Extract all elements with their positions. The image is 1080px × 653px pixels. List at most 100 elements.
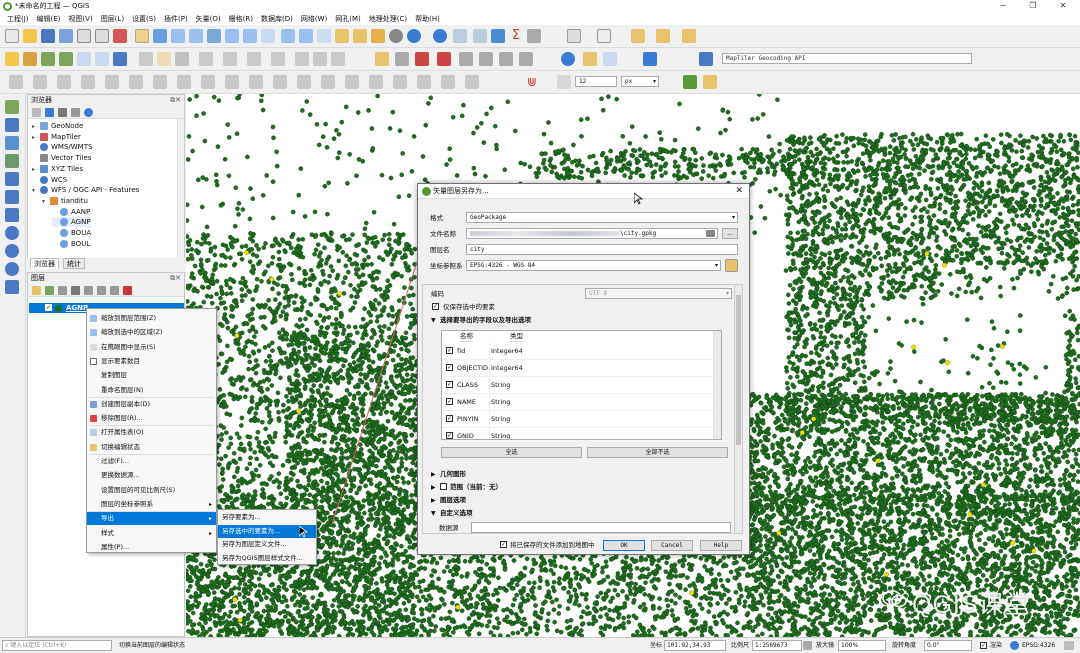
magnet-icon[interactable]: ⋓ (525, 75, 539, 89)
delete-selected-icon[interactable] (271, 52, 285, 66)
grass-icon[interactable] (603, 52, 617, 66)
browser-scrollbar[interactable] (177, 119, 184, 259)
close-button[interactable]: ✕ (1048, 0, 1078, 12)
browser-item[interactable]: ▾ tianditu (42, 196, 88, 206)
expand-arrow-icon[interactable]: ▾ (42, 197, 50, 207)
map-tips-icon[interactable] (597, 29, 611, 43)
add-wcs-icon[interactable] (5, 262, 19, 276)
python-icon[interactable] (643, 52, 657, 66)
show-bookmarks-icon[interactable] (353, 29, 367, 43)
zoom-layer-icon[interactable] (243, 29, 257, 43)
offset-point-icon[interactable] (441, 75, 455, 89)
temporal-controller-icon[interactable] (371, 29, 385, 43)
filter-icon[interactable] (58, 108, 67, 117)
add-wfs-icon[interactable] (113, 52, 127, 66)
tab-statistics[interactable]: 统计 (63, 258, 85, 269)
merge-features-icon[interactable] (369, 75, 383, 89)
add-virtual-layer-icon[interactable] (5, 208, 19, 222)
split-features-icon[interactable] (321, 75, 335, 89)
callout-icon[interactable] (519, 52, 533, 66)
menu-plugins[interactable]: 插件(P) (160, 14, 192, 24)
add-layer-icon[interactable] (23, 52, 37, 66)
add-raster-icon[interactable] (5, 118, 19, 132)
browser-item[interactable]: AANP (52, 207, 90, 217)
circle-icon[interactable] (465, 75, 479, 89)
rotate-feature-icon[interactable] (57, 75, 71, 89)
menu-database[interactable]: 数据库(D) (257, 14, 297, 24)
offset-curve-icon[interactable] (249, 75, 263, 89)
field-calculator-icon[interactable] (473, 29, 487, 43)
identify-icon[interactable] (433, 29, 447, 43)
move-feature-icon[interactable] (33, 75, 47, 89)
pan-to-selection-icon[interactable] (153, 29, 167, 43)
clock-icon[interactable] (389, 29, 403, 43)
new-project-icon[interactable] (5, 29, 19, 43)
browser-item[interactable]: WMS/WMTS (32, 142, 92, 152)
expand-all-icon[interactable] (97, 286, 106, 295)
expand-arrow-icon[interactable]: ▸ (32, 133, 40, 143)
paste-features-icon[interactable] (331, 52, 345, 66)
save-edits-icon[interactable] (175, 52, 189, 66)
new-print-layout-icon[interactable] (77, 29, 91, 43)
save-as-icon[interactable] (59, 29, 73, 43)
geocoder-input[interactable]: MapTiler Geocoding API (722, 53, 972, 64)
open-project-icon[interactable] (23, 29, 37, 43)
style-manager-icon[interactable] (113, 29, 127, 43)
zoom-last-icon[interactable] (281, 29, 295, 43)
font-size-input[interactable]: 12 (575, 76, 617, 87)
maximize-button[interactable]: ❐ (1018, 0, 1048, 12)
trim-extend-icon[interactable] (297, 75, 311, 89)
menu-vector[interactable]: 矢量(O) (192, 14, 225, 24)
manage-map-themes-icon[interactable] (58, 286, 67, 295)
font-unit-select[interactable]: px (621, 76, 659, 87)
browser-item[interactable]: ▾ WFS / OGC API - Features (32, 185, 139, 195)
toggle-editing-icon[interactable] (157, 52, 171, 66)
snapping-icon[interactable] (9, 75, 23, 89)
db-manager-icon[interactable] (583, 52, 597, 66)
panel-float-close-icon[interactable]: ⧉✕ (170, 95, 181, 106)
add-selected-icon[interactable] (32, 108, 41, 117)
menu-help[interactable]: 帮助(H) (411, 14, 444, 24)
pan-icon[interactable] (135, 29, 149, 43)
fill-ring-icon[interactable] (153, 75, 167, 89)
label-tool-icon[interactable] (375, 52, 389, 66)
browser-item[interactable]: ▸ MapTiler (32, 132, 81, 142)
collapse-all-layers-icon[interactable] (110, 286, 119, 295)
browser-item[interactable]: ▸ XYZ Tiles (32, 164, 83, 174)
menu-processing[interactable]: 地理处理(C) (365, 14, 411, 24)
zoom-next-icon[interactable] (299, 29, 313, 43)
browser-item[interactable]: BOUL (52, 239, 90, 249)
zoom-full-icon[interactable] (207, 29, 221, 43)
add-mesh-icon[interactable] (77, 52, 91, 66)
menu-settings[interactable]: 设置(S) (128, 14, 160, 24)
open-data-source-manager-icon[interactable] (5, 52, 19, 66)
merge-attributes-icon[interactable] (393, 75, 407, 89)
bookmark-icon[interactable] (335, 29, 349, 43)
delete-part-icon[interactable] (201, 75, 215, 89)
menu-project[interactable]: 工程(J) (3, 14, 33, 24)
add-ring-icon[interactable] (105, 75, 119, 89)
statistics-sigma-icon[interactable]: Σ (509, 29, 523, 43)
reshape-icon[interactable] (225, 75, 239, 89)
select-features-icon[interactable] (631, 29, 645, 43)
add-group-icon[interactable] (45, 286, 54, 295)
add-delimited-text-icon[interactable] (5, 154, 19, 168)
highlight-label-icon[interactable] (415, 52, 429, 66)
filter-legend-icon[interactable] (71, 286, 80, 295)
rotate-label-icon[interactable] (479, 52, 493, 66)
save-project-icon[interactable] (41, 29, 55, 43)
add-spatialite-icon[interactable] (5, 172, 19, 186)
new-map-view-icon[interactable] (317, 29, 331, 43)
plugin-icon[interactable] (683, 75, 697, 89)
digitize-icon[interactable] (199, 52, 213, 66)
diagram-icon[interactable] (437, 52, 451, 66)
browser-item[interactable]: WCS (32, 175, 67, 185)
zoom-native-icon[interactable] (261, 29, 275, 43)
browser-item[interactable]: BOUA (52, 228, 91, 238)
zoom-selection-icon[interactable] (225, 29, 239, 43)
remove-layer-icon[interactable] (123, 286, 132, 295)
geocoder-icon[interactable] (699, 52, 713, 66)
copy-features-icon[interactable] (313, 52, 327, 66)
change-label-icon[interactable] (499, 52, 513, 66)
layers-float-close-icon[interactable]: ⧉✕ (170, 273, 181, 284)
